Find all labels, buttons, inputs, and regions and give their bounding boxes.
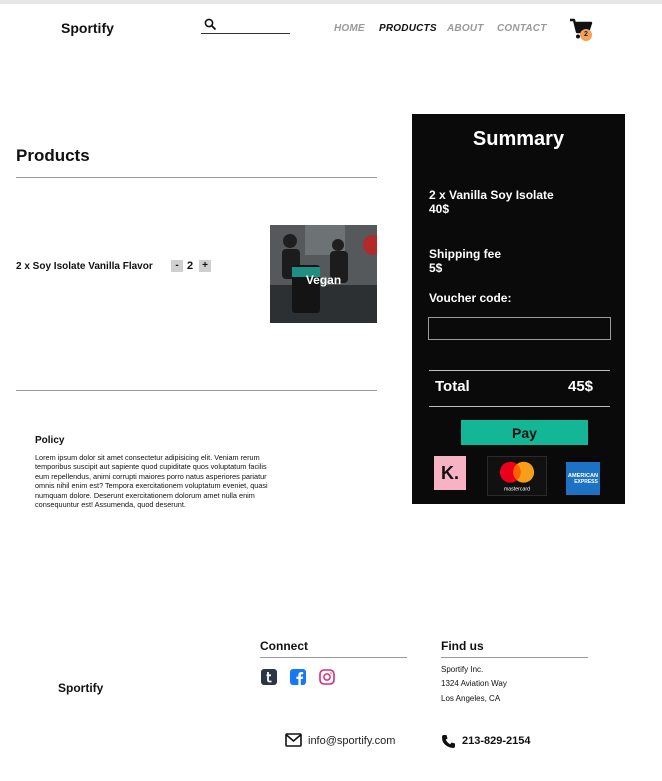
quantity-value: 2 — [187, 260, 194, 272]
total-value: 45$ — [568, 378, 594, 395]
shipping-fee-label: Shipping fee — [429, 247, 501, 261]
find-us-divider — [441, 657, 588, 658]
mail-icon — [285, 733, 302, 747]
product-image-label: Vegan — [305, 273, 342, 287]
cart-item-name: 2 x Soy Isolate Vanilla Flavor — [16, 261, 153, 272]
instagram-icon[interactable] — [319, 669, 335, 685]
voucher-code-input[interactable] — [428, 317, 611, 340]
policy-text: Lorem ipsum dolor sit amet consectetur a… — [35, 453, 268, 510]
summary-divider-bottom — [429, 406, 610, 407]
svg-text:mastercard: mastercard — [504, 486, 530, 492]
contact-phone[interactable]: 213-829-2154 — [462, 735, 531, 747]
nav-home[interactable]: HOME — [334, 23, 365, 34]
total-label: Total — [435, 378, 470, 395]
voucher-code-label: Voucher code: — [429, 291, 512, 305]
find-us-heading: Find us — [441, 639, 484, 653]
nav-contact[interactable]: CONTACT — [497, 23, 547, 34]
summary-divider-top — [429, 370, 610, 371]
nav-about[interactable]: ABOUT — [447, 23, 484, 34]
search-bar[interactable] — [201, 18, 290, 34]
search-input[interactable] — [221, 18, 289, 32]
products-divider-bottom — [16, 390, 377, 391]
summary-heading: Summary — [472, 128, 565, 150]
order-summary-panel: Summary 2 x Vanilla Soy Isolate 40$ Ship… — [412, 114, 625, 504]
products-heading: Products — [16, 146, 90, 165]
search-icon[interactable] — [204, 18, 217, 31]
cart-count-badge: 2 — [580, 29, 592, 41]
contact-email[interactable]: info@sportify.com — [308, 735, 395, 747]
phone-icon — [442, 735, 455, 748]
summary-item-line: 2 x Vanilla Soy Isolate — [429, 188, 554, 202]
product-image[interactable]: Vegan — [270, 225, 377, 323]
pay-button[interactable]: Pay — [461, 420, 588, 445]
address-line-company: Sportify Inc. — [441, 665, 484, 674]
nav-products[interactable]: PRODUCTS — [379, 23, 437, 34]
connect-divider — [260, 657, 407, 658]
footer-brand[interactable]: Sportify — [58, 681, 103, 695]
shipping-fee-value: 5$ — [429, 261, 443, 275]
address-line-city: Los Angeles, CA — [441, 694, 501, 703]
quantity-increment-button[interactable]: + — [199, 260, 211, 272]
american-express-logo: AMERICAN EXPRESS — [566, 462, 600, 495]
top-strip — [0, 0, 662, 4]
brand-logo[interactable]: Sportify — [61, 20, 114, 36]
mastercard-logo: mastercard — [487, 456, 547, 496]
tumblr-icon[interactable] — [261, 669, 277, 685]
products-divider-top — [16, 177, 377, 178]
summary-item-price: 40$ — [429, 202, 450, 216]
quantity-decrement-button[interactable]: - — [171, 260, 183, 272]
klarna-logo: K. — [434, 456, 466, 490]
svg-text:EXPRESS: EXPRESS — [574, 479, 598, 485]
connect-heading: Connect — [260, 639, 308, 653]
facebook-icon[interactable] — [290, 669, 306, 685]
address-line-street: 1324 Aviation Way — [441, 679, 507, 688]
policy-heading: Policy — [35, 435, 65, 446]
